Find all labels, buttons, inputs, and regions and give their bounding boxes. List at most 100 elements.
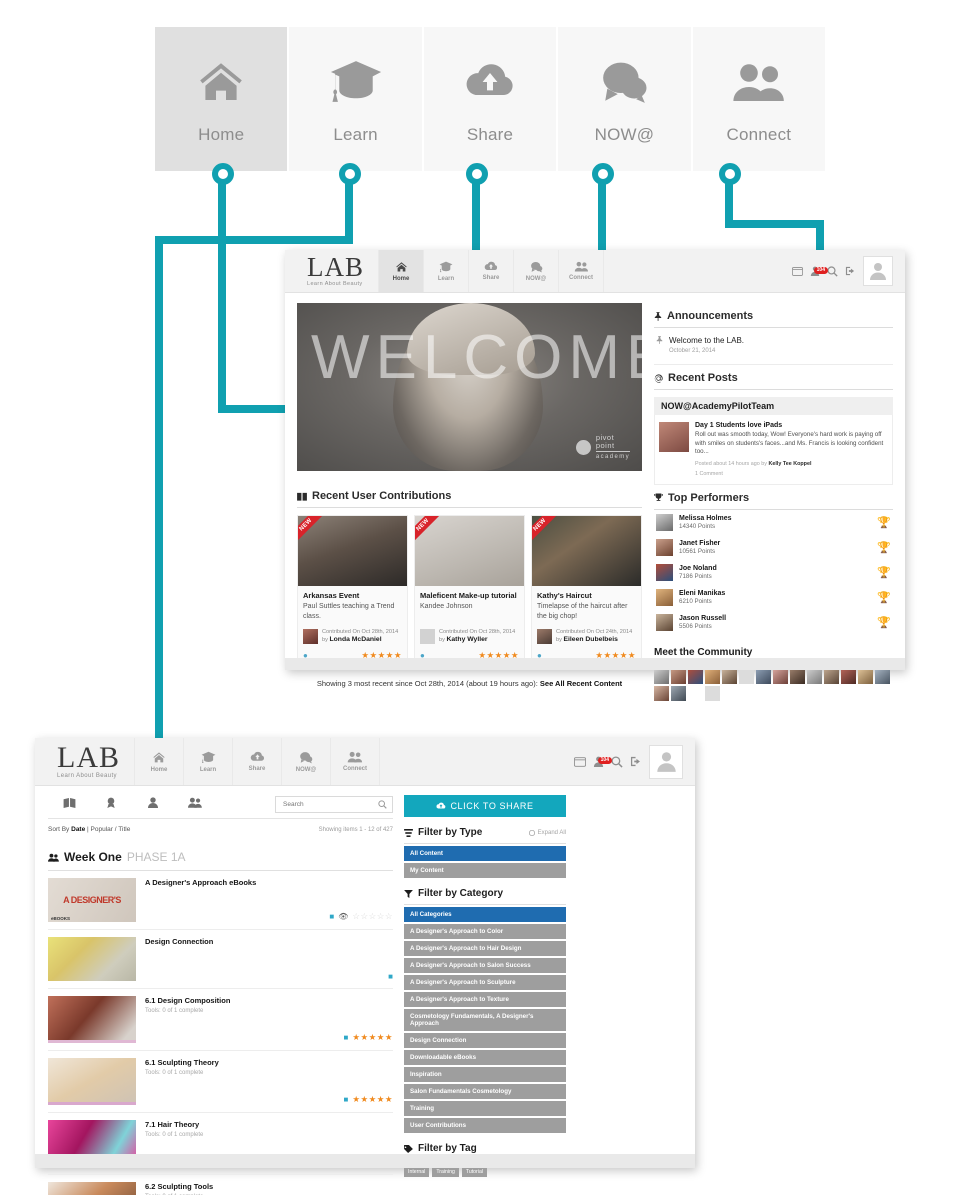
performer-row[interactable]: Janet Fisher 10561 Points 🏆 bbox=[654, 535, 893, 560]
announcement-item[interactable]: Welcome to the LAB. October 21, 2014 bbox=[654, 328, 893, 365]
community-avatar[interactable] bbox=[739, 668, 754, 684]
app-nav-share[interactable]: Share bbox=[469, 250, 514, 292]
feature-nav-share[interactable]: Share bbox=[423, 27, 559, 171]
app-nav-connect[interactable]: Connect bbox=[331, 738, 380, 785]
app-nav-home[interactable]: Home bbox=[134, 738, 184, 785]
contribution-card[interactable]: NEW Arkansas Event Paul Suttles teaching… bbox=[297, 515, 408, 667]
app-logo[interactable]: LAB Learn About Beauty bbox=[285, 250, 378, 292]
community-avatar[interactable] bbox=[705, 685, 720, 701]
filter-category-item[interactable]: Downloadable eBooks bbox=[404, 1050, 566, 1065]
community-avatar[interactable] bbox=[790, 668, 805, 684]
list-item[interactable]: A DESIGNER'S eBOOKS A Designer's Approac… bbox=[48, 871, 393, 930]
app-nav-learn[interactable]: Learn bbox=[184, 738, 233, 785]
bookmark-icon[interactable]: ■ bbox=[344, 1033, 349, 1042]
community-avatar[interactable] bbox=[654, 685, 669, 701]
tab-badge[interactable] bbox=[90, 795, 132, 813]
community-avatar[interactable] bbox=[705, 668, 720, 684]
filter-category-item[interactable]: Design Connection bbox=[404, 1033, 566, 1048]
list-item[interactable]: Design Connection ■ bbox=[48, 930, 393, 989]
app-nav-share[interactable]: Share bbox=[233, 738, 282, 785]
list-item[interactable]: 6.1 Sculpting Theory Tools: 0 of 1 compl… bbox=[48, 1051, 393, 1113]
community-avatar[interactable] bbox=[756, 668, 771, 684]
app-nav-now[interactable]: NOW@ bbox=[282, 738, 331, 785]
contribution-card[interactable]: NEW Maleficent Make-up tutorial Kandee J… bbox=[414, 515, 525, 667]
app-nav-now[interactable]: NOW@ bbox=[514, 250, 559, 292]
post-group-title[interactable]: NOW@AcademyPilotTeam bbox=[654, 397, 893, 415]
community-avatar[interactable] bbox=[654, 668, 669, 684]
sort-option-popular[interactable]: Popular bbox=[91, 826, 113, 833]
feature-nav-learn[interactable]: Learn bbox=[289, 27, 424, 171]
inbox-icon[interactable] bbox=[574, 756, 586, 767]
community-avatar[interactable] bbox=[875, 668, 890, 684]
item-rating[interactable]: ★★★★★ bbox=[352, 1094, 393, 1105]
item-rating[interactable]: ☆☆☆☆☆ bbox=[352, 911, 393, 922]
filter-category-item[interactable]: User Contributions bbox=[404, 1118, 566, 1133]
filter-category-item[interactable]: A Designer's Approach to Color bbox=[404, 924, 566, 939]
filter-category-item[interactable]: A Designer's Approach to Texture bbox=[404, 992, 566, 1007]
notifications-icon[interactable]: 104 bbox=[593, 756, 612, 767]
expand-all-button[interactable]: Expand All bbox=[528, 829, 566, 836]
bookmark-icon[interactable]: ■ bbox=[344, 1095, 349, 1104]
community-avatar[interactable] bbox=[688, 668, 703, 684]
app-nav-learn[interactable]: Learn bbox=[424, 250, 469, 292]
inbox-icon[interactable] bbox=[792, 266, 803, 276]
search-input-wrapper[interactable] bbox=[275, 795, 393, 813]
community-avatar[interactable] bbox=[671, 668, 686, 684]
app-nav-connect[interactable]: Connect bbox=[559, 250, 604, 292]
post-comments[interactable]: 1 Comment bbox=[695, 471, 888, 477]
tag-chip[interactable]: Training bbox=[432, 1167, 459, 1177]
tab-group[interactable] bbox=[174, 795, 216, 813]
sort-option-date[interactable]: Date bbox=[71, 826, 85, 833]
search-input[interactable] bbox=[281, 799, 365, 809]
feature-nav-home[interactable]: Home bbox=[155, 27, 290, 171]
community-avatar[interactable] bbox=[722, 668, 737, 684]
list-item[interactable]: 6.1 Design Composition Tools: 0 of 1 com… bbox=[48, 989, 393, 1051]
search-icon[interactable] bbox=[611, 755, 623, 768]
eye-icon[interactable]: 👁 bbox=[338, 912, 348, 921]
performer-row[interactable]: Eleni Manikas 6210 Points 🏆 bbox=[654, 585, 893, 610]
tab-person[interactable] bbox=[132, 795, 174, 813]
sort-option-title[interactable]: Title bbox=[118, 826, 130, 833]
community-avatar[interactable] bbox=[671, 685, 686, 701]
avatar[interactable] bbox=[649, 744, 683, 779]
community-avatar[interactable] bbox=[807, 668, 822, 684]
bookmark-icon[interactable]: ■ bbox=[388, 972, 393, 981]
list-item[interactable]: 6.2 Sculpting Tools Tools: 0 of 1 comple… bbox=[48, 1175, 393, 1195]
filter-category-item[interactable]: A Designer's Approach to Salon Success bbox=[404, 958, 566, 973]
search-icon[interactable] bbox=[827, 265, 838, 277]
app-nav-home[interactable]: Home bbox=[378, 250, 424, 292]
logout-icon[interactable] bbox=[630, 756, 642, 767]
post-item[interactable]: Day 1 Students love iPads Roll out was s… bbox=[654, 415, 893, 485]
community-avatar[interactable] bbox=[773, 668, 788, 684]
community-avatar[interactable] bbox=[858, 668, 873, 684]
filter-category-item[interactable]: Inspiration bbox=[404, 1067, 566, 1082]
performer-row[interactable]: Jason Russell 5506 Points 🏆 bbox=[654, 610, 893, 635]
logout-icon[interactable] bbox=[845, 266, 856, 276]
performer-row[interactable]: Joe Noland 7186 Points 🏆 bbox=[654, 560, 893, 585]
filter-type-my-content[interactable]: My Content bbox=[404, 863, 566, 878]
community-avatar[interactable] bbox=[841, 668, 856, 684]
bookmark-icon[interactable]: ■ bbox=[329, 912, 334, 921]
filter-category-item[interactable]: Cosmetology Fundamentals, A Designer's A… bbox=[404, 1009, 566, 1031]
filter-category-item[interactable]: Training bbox=[404, 1101, 566, 1116]
filter-category-item[interactable]: All Categories bbox=[404, 907, 566, 922]
avatar[interactable] bbox=[863, 256, 893, 286]
filter-category-item[interactable]: Salon Fundamentals Cosmetology bbox=[404, 1084, 566, 1099]
tag-chip[interactable]: Tutorial bbox=[461, 1167, 487, 1177]
performer-row[interactable]: Melissa Holmes 14340 Points 🏆 bbox=[654, 510, 893, 535]
community-avatar[interactable] bbox=[824, 668, 839, 684]
see-all-link[interactable]: See All Recent Content bbox=[540, 679, 622, 688]
click-to-share-button[interactable]: CLICK TO SHARE bbox=[404, 795, 566, 817]
filter-category-item[interactable]: A Designer's Approach to Sculpture bbox=[404, 975, 566, 990]
filter-category-item[interactable]: A Designer's Approach to Hair Design bbox=[404, 941, 566, 956]
tag-chip[interactable]: Internal bbox=[404, 1167, 430, 1177]
notifications-icon[interactable]: 104 bbox=[810, 266, 828, 276]
contribution-card[interactable]: NEW Kathy's Haircut Timelapse of the hai… bbox=[531, 515, 642, 667]
filter-type-all-content[interactable]: All Content bbox=[404, 846, 566, 861]
tab-library[interactable] bbox=[48, 795, 90, 813]
feature-nav-now[interactable]: NOW@ bbox=[558, 27, 693, 171]
item-rating[interactable]: ★★★★★ bbox=[352, 1032, 393, 1043]
community-avatar[interactable] bbox=[688, 686, 703, 701]
feature-nav-connect[interactable]: Connect bbox=[692, 27, 826, 171]
app-logo[interactable]: LAB Learn About Beauty bbox=[35, 738, 134, 785]
